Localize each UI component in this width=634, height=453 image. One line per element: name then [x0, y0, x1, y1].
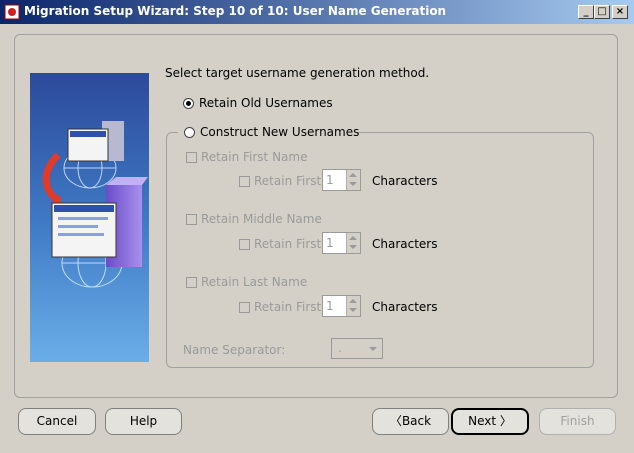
retain-last-name-checkbox[interactable] — [186, 277, 197, 288]
middle-name-chars-stepper[interactable]: 1 — [322, 232, 361, 254]
retain-first-name-checkbox[interactable] — [186, 152, 197, 163]
retain-first-chars-label-1: Retain First — [254, 174, 322, 188]
characters-label-1: Characters — [372, 174, 438, 188]
chevron-down-icon — [369, 347, 377, 351]
wizard-illustration-icon — [30, 73, 149, 362]
help-button[interactable]: Help — [105, 408, 182, 435]
retain-old-radio[interactable] — [183, 98, 194, 109]
app-icon — [4, 4, 20, 20]
stepper-value: 1 — [326, 299, 334, 313]
maximize-button[interactable]: □ — [594, 5, 610, 19]
window-title: Migration Setup Wizard: Step 10 of 10: U… — [24, 4, 447, 18]
stepper-arrows[interactable] — [346, 233, 360, 253]
construct-new-label[interactable]: Construct New Usernames — [200, 125, 359, 139]
minimize-button[interactable]: _ — [578, 5, 594, 19]
characters-label-2: Characters — [372, 237, 438, 251]
next-label: Next — [468, 414, 497, 428]
title-bar: Migration Setup Wizard: Step 10 of 10: U… — [0, 0, 634, 24]
help-label: Help — [129, 414, 158, 428]
stepper-arrows[interactable] — [346, 170, 360, 190]
chevron-left-icon: 〈 — [389, 414, 402, 428]
retain-first-chars-checkbox-3[interactable] — [239, 302, 250, 313]
name-separator-select[interactable]: . — [331, 338, 383, 359]
finish-button[interactable]: Finish — [539, 408, 616, 435]
back-button[interactable]: 〈Back — [372, 408, 449, 435]
retain-middle-name-label: Retain Middle Name — [201, 212, 322, 226]
stepper-arrows[interactable] — [346, 296, 360, 316]
stepper-value: 1 — [326, 173, 334, 187]
next-button[interactable]: Next 〉 — [451, 408, 529, 435]
back-label: Back — [401, 414, 432, 428]
method-prompt: Select target username generation method… — [165, 66, 430, 80]
name-separator-label: Name Separator: — [183, 343, 286, 357]
retain-first-chars-checkbox-2[interactable] — [239, 239, 250, 250]
finish-label: Finish — [560, 414, 595, 428]
cancel-label: Cancel — [36, 414, 78, 428]
construct-new-radio[interactable] — [184, 127, 195, 138]
close-button[interactable]: × — [612, 5, 628, 19]
retain-first-chars-checkbox-1[interactable] — [239, 176, 250, 187]
last-name-chars-stepper[interactable]: 1 — [322, 295, 361, 317]
retain-first-chars-label-2: Retain First — [254, 237, 322, 251]
first-name-chars-stepper[interactable]: 1 — [322, 169, 361, 191]
retain-last-name-label: Retain Last Name — [201, 275, 308, 289]
cancel-button[interactable]: Cancel — [18, 408, 96, 435]
chevron-right-icon: 〉 — [496, 414, 512, 428]
characters-label-3: Characters — [372, 300, 438, 314]
separator-value: . — [338, 341, 342, 355]
retain-middle-name-checkbox[interactable] — [186, 214, 197, 225]
retain-old-label[interactable]: Retain Old Usernames — [199, 96, 333, 110]
retain-first-name-label: Retain First Name — [201, 150, 308, 164]
stepper-value: 1 — [326, 236, 334, 250]
retain-first-chars-label-3: Retain First — [254, 300, 322, 314]
